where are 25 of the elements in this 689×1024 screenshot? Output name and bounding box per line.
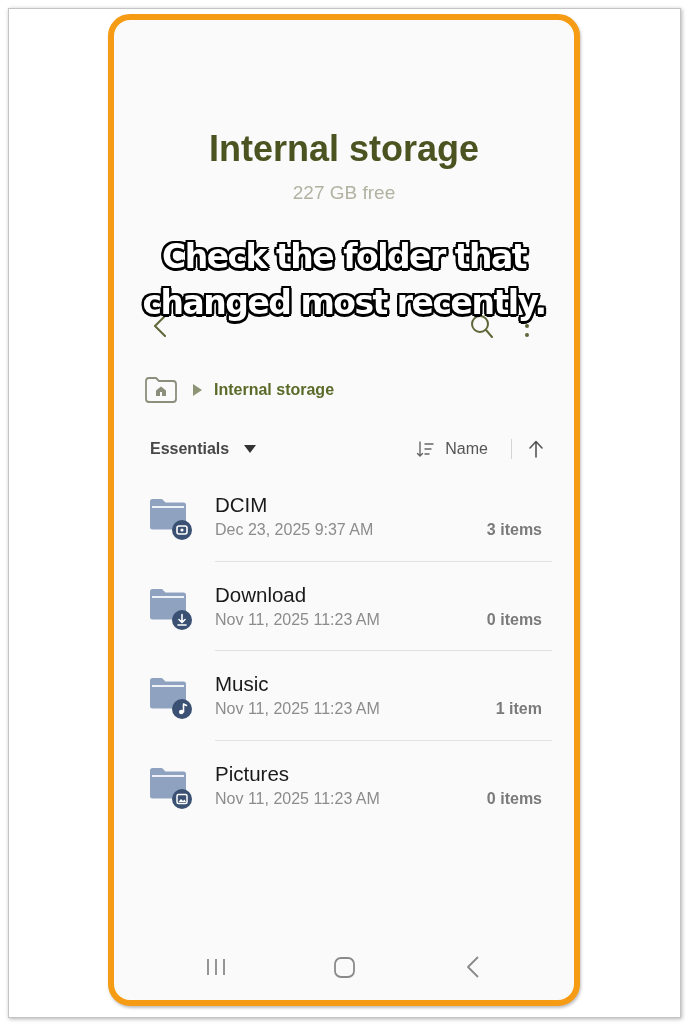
home-folder-icon[interactable]	[144, 376, 178, 404]
caption-text: Check the folder that changed most recently.	[140, 236, 548, 326]
sort-button[interactable]: Name	[416, 437, 488, 461]
item-count: 1 item	[495, 699, 542, 719]
page-title: Internal storage	[208, 127, 480, 171]
item-count: 0 items	[486, 788, 542, 809]
home-icon[interactable]	[333, 956, 355, 978]
recent-apps-icon[interactable]	[205, 958, 227, 976]
sort-icon	[416, 440, 435, 458]
filter-dropdown[interactable]: Essentials	[150, 437, 257, 461]
modified-date: Nov 11, 2025 11:23 AM	[215, 699, 380, 719]
item-count: 3 items	[486, 520, 542, 540]
triangle-icon	[193, 384, 202, 396]
folder-name[interactable]: DCIM	[215, 493, 268, 517]
modified-date: Nov 11, 2025 11:23 AM	[215, 609, 380, 630]
folder-name[interactable]: Music	[215, 672, 269, 696]
modified-date: Dec 23, 2025 9:37 AM	[215, 520, 374, 540]
item-count: 0 items	[486, 609, 542, 630]
folder-name[interactable]: Download	[215, 582, 307, 607]
breadcrumb-link[interactable]: Internal storage	[214, 378, 335, 402]
free-space-text: 227 GB free	[292, 181, 396, 205]
folder-name[interactable]: Pictures	[215, 761, 290, 786]
caret-down-icon	[244, 445, 257, 453]
modified-date: Nov 11, 2025 11:23 AM	[215, 788, 380, 809]
up-arrow-icon[interactable]	[529, 440, 543, 458]
